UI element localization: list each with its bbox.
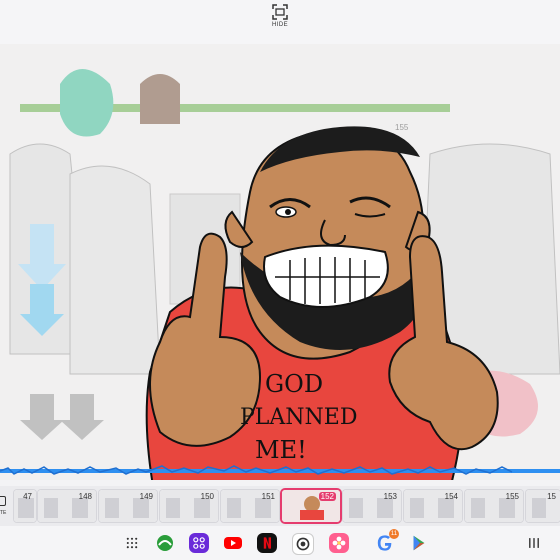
hide-button[interactable]: HIDE (264, 4, 296, 34)
character-drawing: GOD PLANNED ME! (145, 126, 499, 480)
timeline-frame[interactable]: 47 (14, 490, 36, 522)
timeline-frame[interactable]: 149 (99, 490, 157, 522)
play-store-button[interactable] (409, 533, 429, 553)
notification-badge: 11 (389, 529, 399, 539)
netflix-button[interactable] (257, 533, 277, 553)
youtube-icon (224, 537, 242, 549)
timeline-frame[interactable]: 155 (465, 490, 523, 522)
frame-number: 151 (261, 492, 275, 501)
frame-timeline[interactable]: TE 47 148 149 150 151 152 153 154 155 15 (0, 486, 560, 526)
flower-app-button[interactable] (329, 533, 349, 553)
app-dock: 11 (0, 526, 560, 560)
game-app-button[interactable] (155, 533, 175, 553)
screen-recorder-icon (296, 537, 310, 551)
audio-waveform[interactable] (0, 462, 560, 480)
shirt-text-line-2: PLANNED (240, 405, 358, 430)
frame-number: 150 (200, 492, 214, 501)
multi-app-icon (193, 537, 205, 549)
frame-number: 155 (505, 492, 519, 501)
frame-number: 47 (23, 492, 32, 501)
youtube-button[interactable] (223, 533, 243, 553)
timeline-frame[interactable]: 151 (221, 490, 279, 522)
google-button[interactable]: 11 (375, 529, 399, 553)
drawing-canvas[interactable]: 155 GOD PLANNED ME! (0, 44, 560, 480)
timeline-frame[interactable]: 150 (160, 490, 218, 522)
app-drawer-button[interactable] (122, 533, 142, 553)
tool-box-icon (0, 496, 6, 506)
game-app-icon (157, 535, 173, 551)
timeline-frame[interactable]: 154 (404, 490, 462, 522)
play-store-icon (413, 535, 425, 551)
shirt-text-line-3: ME! (255, 436, 307, 464)
timeline-frame[interactable]: 153 (343, 490, 401, 522)
flower-app-icon (332, 536, 346, 550)
screen-capture-icon (272, 4, 288, 20)
frame-number: 148 (78, 492, 92, 501)
multi-app-button[interactable] (189, 533, 209, 553)
frame-number: 154 (444, 492, 458, 501)
timeline-frame[interactable]: 15 (526, 490, 560, 522)
app-drawer-icon (126, 537, 138, 549)
frame-number: 149 (139, 492, 153, 501)
frame-number: 153 (383, 492, 397, 501)
timeline-frame[interactable]: 148 (38, 490, 96, 522)
timeline-tool-button[interactable]: TE (0, 492, 12, 520)
hide-label: HIDE (272, 22, 288, 28)
timeline-tool-label: TE (0, 510, 7, 516)
frame-number: 152 (318, 492, 336, 501)
netflix-icon (263, 537, 271, 549)
top-bar: HIDE (0, 0, 560, 44)
frame-number: 15 (547, 492, 556, 501)
recent-apps-icon (529, 538, 539, 548)
timeline-frame-current[interactable]: 152 (282, 490, 340, 522)
recent-apps-button[interactable] (524, 533, 544, 553)
screen-recorder-button[interactable] (292, 533, 314, 555)
shirt-text-line-1: GOD (265, 370, 323, 398)
